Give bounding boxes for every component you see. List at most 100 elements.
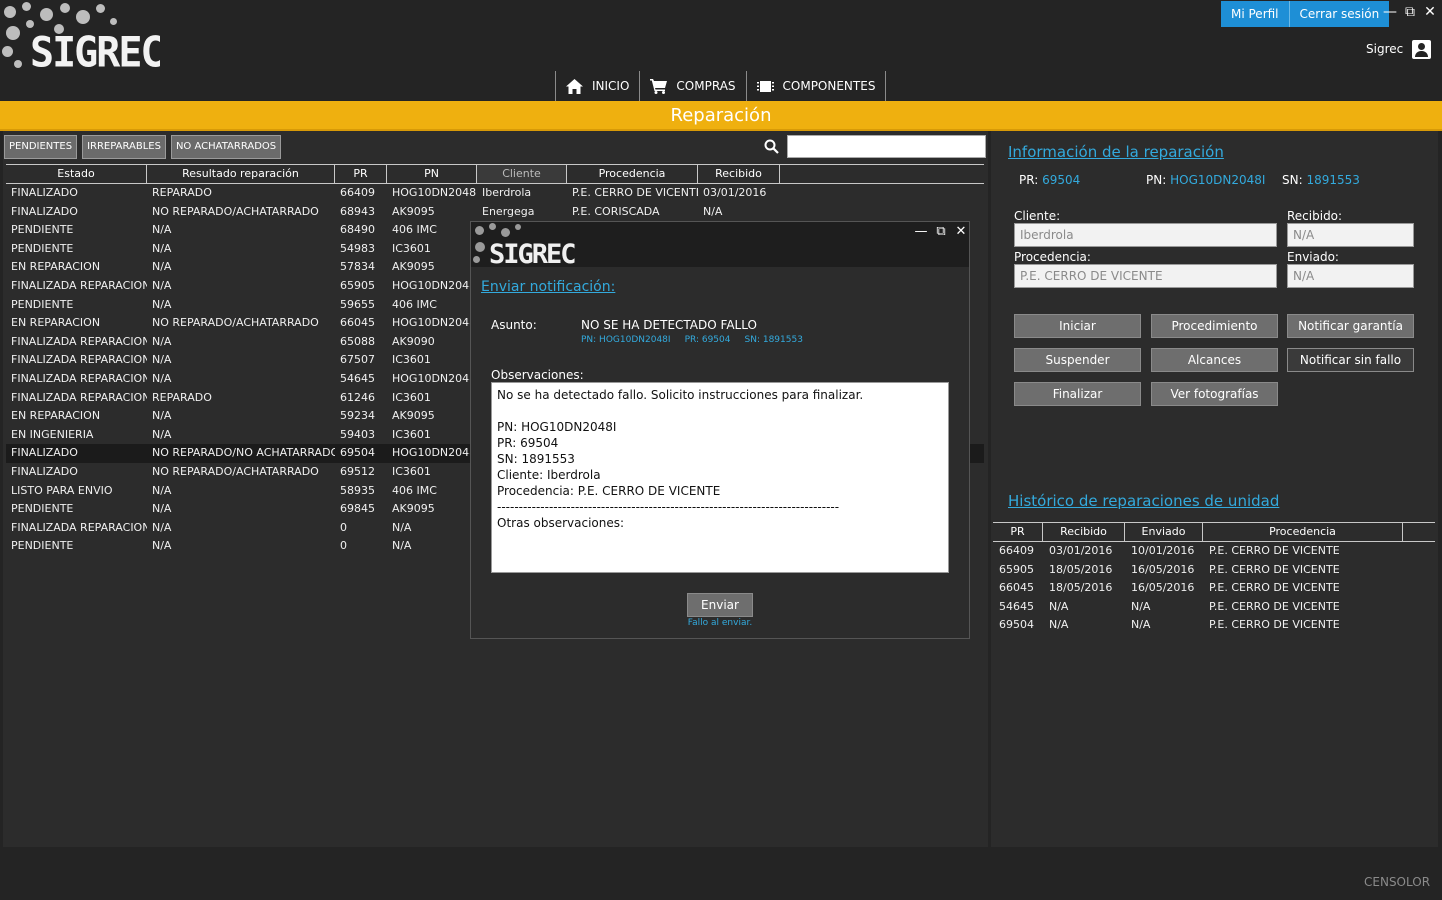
minimize-icon[interactable]: — xyxy=(1380,4,1400,20)
table-cell: HOG10DN2048I xyxy=(392,446,477,460)
observaciones-line: Cliente: Iberdrola xyxy=(497,468,601,482)
history-cell: 65905 xyxy=(999,562,1034,576)
history-header-procedencia[interactable]: Procedencia xyxy=(1203,523,1403,541)
table-cell: 65905 xyxy=(340,278,375,292)
history-cell: 66045 xyxy=(999,581,1034,594)
close-icon[interactable]: ✕ xyxy=(1420,4,1440,20)
table-cell: N/A xyxy=(703,204,723,218)
filter-pendientes-button[interactable]: PENDIENTES xyxy=(4,135,78,159)
table-cell: 406 IMC xyxy=(392,483,437,497)
table-cell: N/A xyxy=(152,409,172,423)
procedencia-field[interactable]: P.E. CERRO DE VICENTE xyxy=(1014,264,1277,288)
table-row[interactable]: FINALIZADO NO REPARADO/ACHATARRADO 68943 AK… xyxy=(6,203,984,222)
table-cell: Energega xyxy=(482,204,535,218)
suspender-button[interactable]: Suspender xyxy=(1014,348,1141,372)
history-row[interactable]: 66409 03/01/2016 10/01/2016 P.E. CERRO DE V… xyxy=(993,542,1435,561)
send-error-text: Fallo al enviar. xyxy=(687,618,753,628)
table-row[interactable]: FINALIZADO REPARADO 66409 HOG10DN2048I Iberd… xyxy=(6,184,984,203)
user-icon[interactable] xyxy=(1412,40,1431,59)
observaciones-line: PN: HOG10DN2048I xyxy=(497,420,617,434)
table-cell: N/A xyxy=(152,241,172,255)
page-title: Reparación xyxy=(0,101,1442,131)
history-row[interactable]: 66045 18/05/2016 16/05/2016 P.E. CERRO DE V… xyxy=(993,579,1435,598)
column-header-pn[interactable]: PN xyxy=(387,165,477,183)
dialog-controls: — ⧉ ✕ xyxy=(911,224,969,239)
column-header-procedencia[interactable]: Procedencia xyxy=(567,165,698,183)
history-cell: 10/01/2016 xyxy=(1131,544,1195,557)
table-cell: 69845 xyxy=(340,502,375,516)
close-icon[interactable]: ✕ xyxy=(951,224,969,239)
table-cell: EN REPARACION xyxy=(11,316,101,330)
enviar-button[interactable]: Enviar xyxy=(687,593,753,617)
observaciones-textarea[interactable]: No se ha detectado fallo. Solicito instr… xyxy=(491,382,949,573)
table-cell: FINALIZADA REPARACION xyxy=(11,334,147,348)
history-row[interactable]: 65905 18/05/2016 16/05/2016 P.E. CERRO DE V… xyxy=(993,561,1435,580)
table-cell: AK9095 xyxy=(392,409,435,423)
table-cell: N/A xyxy=(152,260,172,274)
history-header: PR Recibido Enviado Procedencia xyxy=(993,522,1435,542)
observaciones-line: Otras observaciones: xyxy=(497,516,625,530)
notification-dialog: SIGREC — ⧉ ✕ Enviar notificación: Asunto… xyxy=(470,221,970,639)
enviado-field[interactable]: N/A xyxy=(1287,264,1414,288)
cliente-field[interactable]: Iberdrola xyxy=(1014,223,1277,247)
search-icon[interactable] xyxy=(764,139,779,154)
nav-item-compras[interactable]: COMPRAS xyxy=(639,71,745,101)
column-header-pr[interactable]: PR xyxy=(335,165,387,183)
info-title: Información de la reparación xyxy=(1008,143,1224,161)
filter-irreparables-button[interactable]: IRREPARABLES xyxy=(82,135,166,159)
pr-field: PR: 69504 xyxy=(1019,173,1080,187)
meta-sn: SN: 1891553 xyxy=(744,335,803,345)
table-cell: 68490 xyxy=(340,223,375,237)
nav-label: COMPONENTES xyxy=(782,79,876,93)
restore-icon[interactable]: ⧉ xyxy=(931,224,951,239)
table-cell: 59234 xyxy=(340,409,375,423)
column-header-resultado[interactable]: Resultado reparación xyxy=(147,165,335,183)
table-cell: LISTO PARA ENVIO xyxy=(11,483,113,497)
table-cell: Iberdrola xyxy=(482,186,532,199)
history-row[interactable]: 69504 N/A N/A P.E. CERRO DE VICENTE xyxy=(993,616,1435,635)
logout-button[interactable]: Cerrar sesión xyxy=(1288,1,1390,27)
filter-no-achatarrados-button[interactable]: NO ACHATARRADOS xyxy=(170,135,282,159)
search-input[interactable] xyxy=(787,135,986,158)
notificar-garantia-button[interactable]: Notificar garantía xyxy=(1287,314,1414,338)
table-cell: P.E. CERRO DE VICENTE xyxy=(572,186,698,199)
recibido-label: Recibido: xyxy=(1287,209,1343,223)
notificar-sin-fallo-button[interactable]: Notificar sin fallo xyxy=(1287,348,1414,372)
ver-fotografias-button[interactable]: Ver fotografías xyxy=(1151,382,1278,406)
column-header-cliente[interactable]: Cliente xyxy=(477,165,567,183)
table-cell: N/A xyxy=(152,278,172,292)
history-cell: P.E. CERRO DE VICENTE xyxy=(1209,562,1340,576)
sn-value: 1891553 xyxy=(1306,173,1360,187)
profile-button[interactable]: Mi Perfil xyxy=(1221,1,1289,27)
recibido-field[interactable]: N/A xyxy=(1287,223,1414,247)
history-header-pr[interactable]: PR xyxy=(993,523,1043,541)
table-cell: FINALIZADO xyxy=(11,464,78,478)
history-cell: 18/05/2016 xyxy=(1049,562,1113,576)
user-name: Sigrec xyxy=(1366,42,1404,56)
nav-item-inicio[interactable]: INICIO xyxy=(555,71,639,101)
history-row[interactable]: 54645 N/A N/A P.E. CERRO DE VICENTE xyxy=(993,598,1435,617)
table-cell: N/A xyxy=(152,483,172,497)
alcances-button[interactable]: Alcances xyxy=(1151,348,1278,372)
minimize-icon[interactable]: — xyxy=(911,224,931,239)
table-cell: NO REPARADO/NO ACHATARRADO xyxy=(152,446,335,460)
history-header-enviado[interactable]: Enviado xyxy=(1125,523,1203,541)
iniciar-button[interactable]: Iniciar xyxy=(1014,314,1141,338)
table-cell: HOG10DN2048I xyxy=(392,278,477,292)
restore-icon[interactable]: ⧉ xyxy=(1400,4,1420,20)
table-cell: FINALIZADA REPARACION xyxy=(11,353,147,367)
finalizar-button[interactable]: Finalizar xyxy=(1014,382,1141,406)
procedimiento-button[interactable]: Procedimiento xyxy=(1151,314,1278,338)
history-cell: P.E. CERRO DE VICENTE xyxy=(1209,618,1340,631)
column-header-recibido[interactable]: Recibido xyxy=(698,165,780,183)
nav-item-componentes[interactable]: COMPONENTES xyxy=(745,71,887,101)
table-cell: 406 IMC xyxy=(392,223,437,237)
table-cell: 59655 xyxy=(340,297,375,311)
table-cell: 0 xyxy=(340,520,347,534)
observaciones-line: PR: 69504 xyxy=(497,436,559,450)
pn-field: PN: HOG10DN2048I xyxy=(1146,173,1265,187)
history-header-recibido[interactable]: Recibido xyxy=(1043,523,1125,541)
meta-pn: PN: HOG10DN2048I xyxy=(581,335,671,345)
column-header-estado[interactable]: Estado xyxy=(6,165,147,183)
procedencia-label: Procedencia: xyxy=(1014,250,1091,264)
